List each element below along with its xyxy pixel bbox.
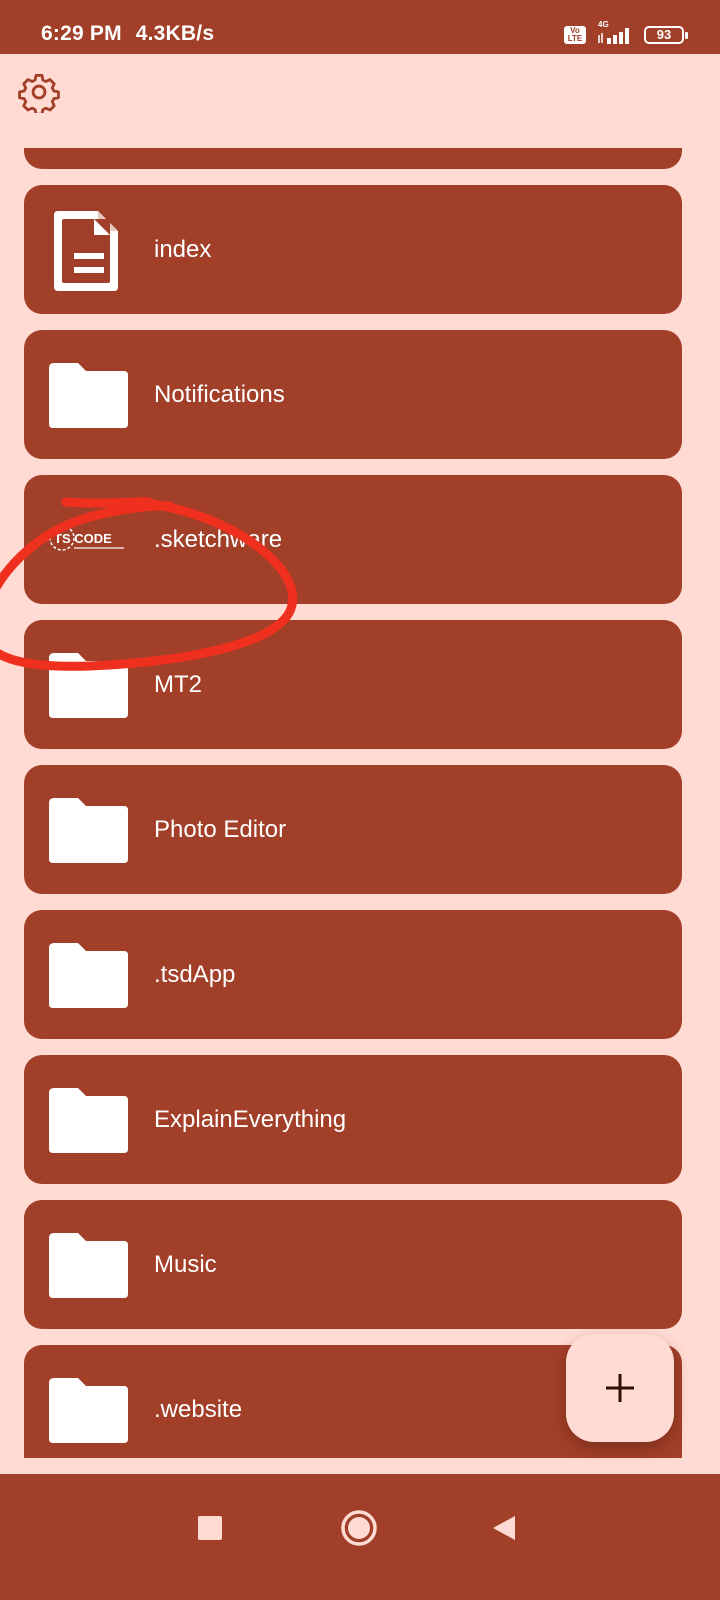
circle-icon (341, 1510, 377, 1546)
folder-icon (49, 943, 128, 1008)
list-item-label: index (154, 235, 212, 263)
list-item-label: Music (154, 1250, 217, 1278)
gear-icon (18, 73, 60, 116)
signal-icon: 4G (596, 20, 634, 46)
folder-icon (49, 653, 128, 718)
status-network-speed: 4.3KB/s (135, 22, 215, 45)
list-item-label: Photo Editor (154, 815, 287, 843)
list-item-mt2[interactable]: MT2 (24, 620, 682, 749)
file-list: index Notifications TS CODE .sketchware … (0, 148, 720, 1458)
list-item-photo-editor[interactable]: Photo Editor (24, 765, 682, 894)
home-button[interactable] (335, 1504, 383, 1552)
list-item-index[interactable]: index (24, 185, 682, 314)
list-item-notifications[interactable]: Notifications (24, 330, 682, 459)
triangle-back-icon (493, 1516, 515, 1540)
folder-icon (49, 1378, 128, 1443)
folder-icon (49, 1233, 128, 1298)
folder-icon (49, 1088, 128, 1153)
list-item-label: .sketchware (154, 525, 283, 553)
settings-button[interactable] (18, 71, 60, 116)
battery-level: 93 (656, 27, 672, 42)
list-item-label: MT2 (154, 670, 202, 698)
status-left: 6:29 PM 4.3KB/s (41, 22, 214, 46)
status-icons: Vo LTE 4G 93 (564, 20, 688, 46)
folder-icon (49, 798, 128, 863)
status-bar: 6:29 PM 4.3KB/s Vo LTE 4G 93 (0, 0, 720, 54)
list-item-music[interactable]: Music (24, 1200, 682, 1329)
logo-text: TS CODE (54, 531, 112, 546)
square-icon (198, 1516, 222, 1540)
volte-icon: Vo LTE (564, 26, 586, 44)
battery-icon: 93 (644, 26, 688, 44)
back-button[interactable] (481, 1504, 529, 1552)
add-button[interactable] (566, 1334, 674, 1442)
list-item-tsdapp[interactable]: .tsdApp (24, 910, 682, 1039)
list-item-label: .website (154, 1395, 243, 1423)
file-list-content: index Notifications TS CODE .sketchware … (24, 148, 682, 1458)
list-item-partial[interactable] (24, 148, 682, 169)
list-item-label: Notifications (154, 380, 285, 408)
recents-button[interactable] (186, 1504, 234, 1552)
list-item-explaineverything[interactable]: ExplainEverything (24, 1055, 682, 1184)
network-type: 4G (598, 20, 609, 29)
status-time: 6:29 PM (41, 22, 122, 45)
ts-code-logo: TS CODE (49, 525, 124, 551)
folder-icon (49, 363, 128, 428)
list-item-label: ExplainEverything (154, 1105, 347, 1133)
plus-icon (606, 1374, 634, 1402)
document-icon (54, 211, 118, 291)
list-item-label: .tsdApp (154, 960, 236, 988)
navigation-bar (0, 1474, 720, 1600)
list-item-sketchware[interactable]: TS CODE .sketchware (24, 475, 682, 604)
